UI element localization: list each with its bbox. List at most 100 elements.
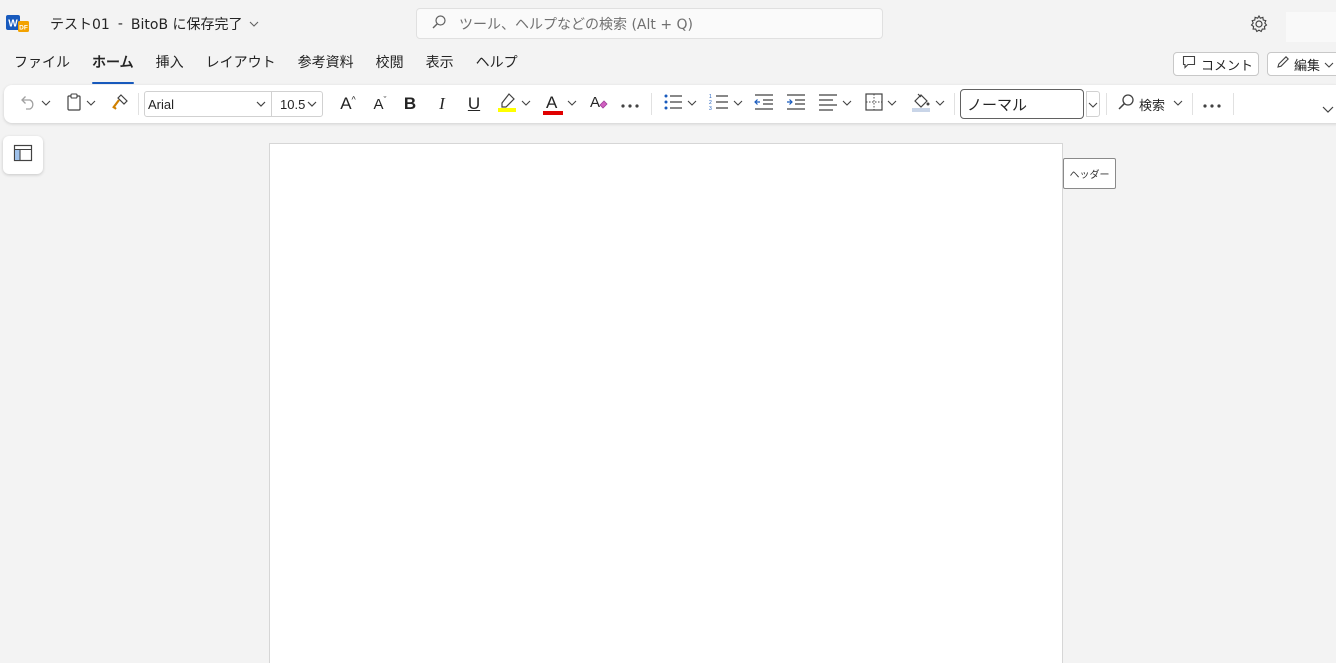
font-color-icon: A bbox=[543, 93, 563, 115]
chevron-down-icon bbox=[249, 19, 259, 30]
search-icon bbox=[1117, 93, 1135, 115]
bullet-list-icon bbox=[663, 93, 683, 115]
chevron-down-icon bbox=[567, 99, 577, 109]
style-name: ノーマル bbox=[967, 95, 1028, 114]
underline-icon: U bbox=[467, 94, 481, 113]
chevron-down-icon bbox=[733, 99, 743, 109]
tab-layout[interactable]: レイアウト bbox=[195, 53, 287, 79]
tab-help[interactable]: ヘルプ bbox=[465, 53, 529, 79]
tab-file[interactable]: ファイル bbox=[0, 53, 81, 79]
comment-icon bbox=[1182, 55, 1196, 73]
ribbon-collapse-button[interactable] bbox=[1320, 91, 1336, 129]
ribbon-separator bbox=[954, 93, 955, 115]
format-painter-icon bbox=[111, 93, 129, 115]
paragraph-style-select[interactable]: ノーマル bbox=[960, 89, 1084, 119]
increase-indent-icon bbox=[786, 93, 806, 115]
font-name-value: Arial bbox=[148, 96, 175, 112]
font-size-select[interactable]: 10.5 bbox=[271, 91, 323, 117]
edit-label: 編集 bbox=[1294, 58, 1321, 74]
borders-icon bbox=[865, 93, 883, 115]
numbered-list-icon: 123 bbox=[709, 93, 729, 115]
chevron-down-icon bbox=[41, 99, 51, 109]
highlight-color-button[interactable] bbox=[494, 85, 534, 123]
undo-button[interactable] bbox=[16, 85, 54, 123]
undo-icon bbox=[19, 94, 37, 114]
numbering-button[interactable]: 123 bbox=[706, 85, 746, 123]
chevron-down-icon bbox=[306, 98, 318, 113]
tab-insert[interactable]: 挿入 bbox=[145, 53, 195, 79]
document-title[interactable]: テスト01 - BitoB に保存完了 bbox=[50, 14, 259, 34]
svg-text:A: A bbox=[590, 94, 600, 111]
chevron-down-icon bbox=[935, 99, 945, 109]
search-placeholder: ツール、ヘルプなどの検索 (Alt + Q) bbox=[459, 16, 693, 33]
search-box[interactable]: ツール、ヘルプなどの検索 (Alt + Q) bbox=[416, 8, 883, 39]
bold-icon: B bbox=[403, 94, 417, 113]
chevron-down-icon bbox=[887, 99, 897, 109]
font-color-button[interactable]: A bbox=[540, 85, 580, 123]
borders-button[interactable] bbox=[860, 85, 902, 123]
chevron-down-icon bbox=[1322, 102, 1334, 118]
word-app-icon[interactable]: W DF bbox=[6, 12, 30, 34]
home-ribbon: Arial 10.5 A^ Aˇ B I U A A 1 2 3 ノーマル 検索 bbox=[4, 85, 1336, 123]
find-button[interactable]: 検索 bbox=[1114, 85, 1186, 123]
svg-text:W: W bbox=[8, 19, 18, 30]
shrink-font-button[interactable]: Aˇ bbox=[366, 85, 394, 123]
shrink-font-icon: Aˇ bbox=[373, 95, 387, 113]
chevron-down-icon bbox=[521, 99, 531, 109]
decrease-indent-icon bbox=[754, 93, 774, 115]
more-horizontal-icon bbox=[1203, 96, 1221, 112]
account-area[interactable] bbox=[1286, 12, 1336, 42]
navigation-pane-icon bbox=[13, 144, 33, 166]
styles-dropdown-button[interactable] bbox=[1086, 91, 1100, 117]
ribbon-separator bbox=[138, 93, 139, 115]
navigation-pane-button[interactable] bbox=[3, 136, 43, 174]
chevron-down-icon bbox=[255, 98, 267, 113]
header-tooltip[interactable]: ヘッダー bbox=[1063, 158, 1116, 189]
increase-indent-button[interactable] bbox=[784, 85, 808, 123]
more-horizontal-icon bbox=[621, 96, 639, 112]
more-options-button[interactable] bbox=[1198, 85, 1226, 123]
shading-button[interactable] bbox=[906, 85, 950, 123]
tab-home[interactable]: ホーム bbox=[81, 53, 145, 84]
chevron-down-icon bbox=[86, 99, 96, 109]
font-size-value: 10.5 bbox=[280, 96, 306, 112]
underline-button[interactable]: U bbox=[462, 85, 486, 123]
grow-font-icon: A^ bbox=[340, 94, 356, 113]
highlighter-icon bbox=[497, 92, 517, 116]
chevron-down-icon bbox=[1173, 99, 1183, 109]
document-page[interactable] bbox=[269, 143, 1063, 663]
chevron-down-icon bbox=[687, 99, 697, 109]
comment-button[interactable]: コメント bbox=[1173, 52, 1259, 76]
clear-formatting-button[interactable]: A bbox=[586, 85, 610, 123]
edit-mode-button[interactable]: 編集 bbox=[1267, 52, 1336, 76]
search-icon bbox=[431, 14, 447, 34]
tab-references[interactable]: 参考資料 bbox=[287, 53, 365, 79]
chevron-down-icon bbox=[1324, 57, 1334, 72]
tab-view[interactable]: 表示 bbox=[415, 53, 465, 79]
grow-font-button[interactable]: A^ bbox=[334, 85, 362, 123]
paste-button[interactable] bbox=[62, 85, 100, 123]
alignment-button[interactable] bbox=[814, 85, 856, 123]
ribbon-separator bbox=[1192, 93, 1193, 115]
more-font-options-button[interactable] bbox=[616, 85, 644, 123]
italic-icon: I bbox=[439, 94, 445, 113]
ribbon-separator bbox=[1106, 93, 1107, 115]
chevron-down-icon bbox=[1088, 96, 1098, 112]
align-left-icon bbox=[818, 93, 838, 115]
ribbon-tabs: ファイル ホーム 挿入 レイアウト 参考資料 校閲 表示 ヘルプ bbox=[0, 53, 529, 84]
settings-gear-icon[interactable] bbox=[1249, 14, 1269, 34]
tab-review[interactable]: 校閲 bbox=[365, 53, 415, 79]
title-separator: - bbox=[117, 16, 123, 32]
bold-button[interactable]: B bbox=[398, 85, 422, 123]
clear-formatting-icon: A bbox=[588, 92, 608, 116]
svg-text:DF: DF bbox=[19, 25, 28, 32]
font-name-select[interactable]: Arial bbox=[144, 91, 272, 117]
decrease-indent-button[interactable] bbox=[752, 85, 776, 123]
comment-label: コメント bbox=[1201, 58, 1254, 74]
ribbon-separator bbox=[1233, 93, 1234, 115]
bullets-button[interactable] bbox=[660, 85, 700, 123]
document-name: テスト01 bbox=[50, 17, 110, 33]
format-painter-button[interactable] bbox=[108, 85, 132, 123]
italic-button[interactable]: I bbox=[430, 85, 454, 123]
chevron-down-icon bbox=[842, 99, 852, 109]
